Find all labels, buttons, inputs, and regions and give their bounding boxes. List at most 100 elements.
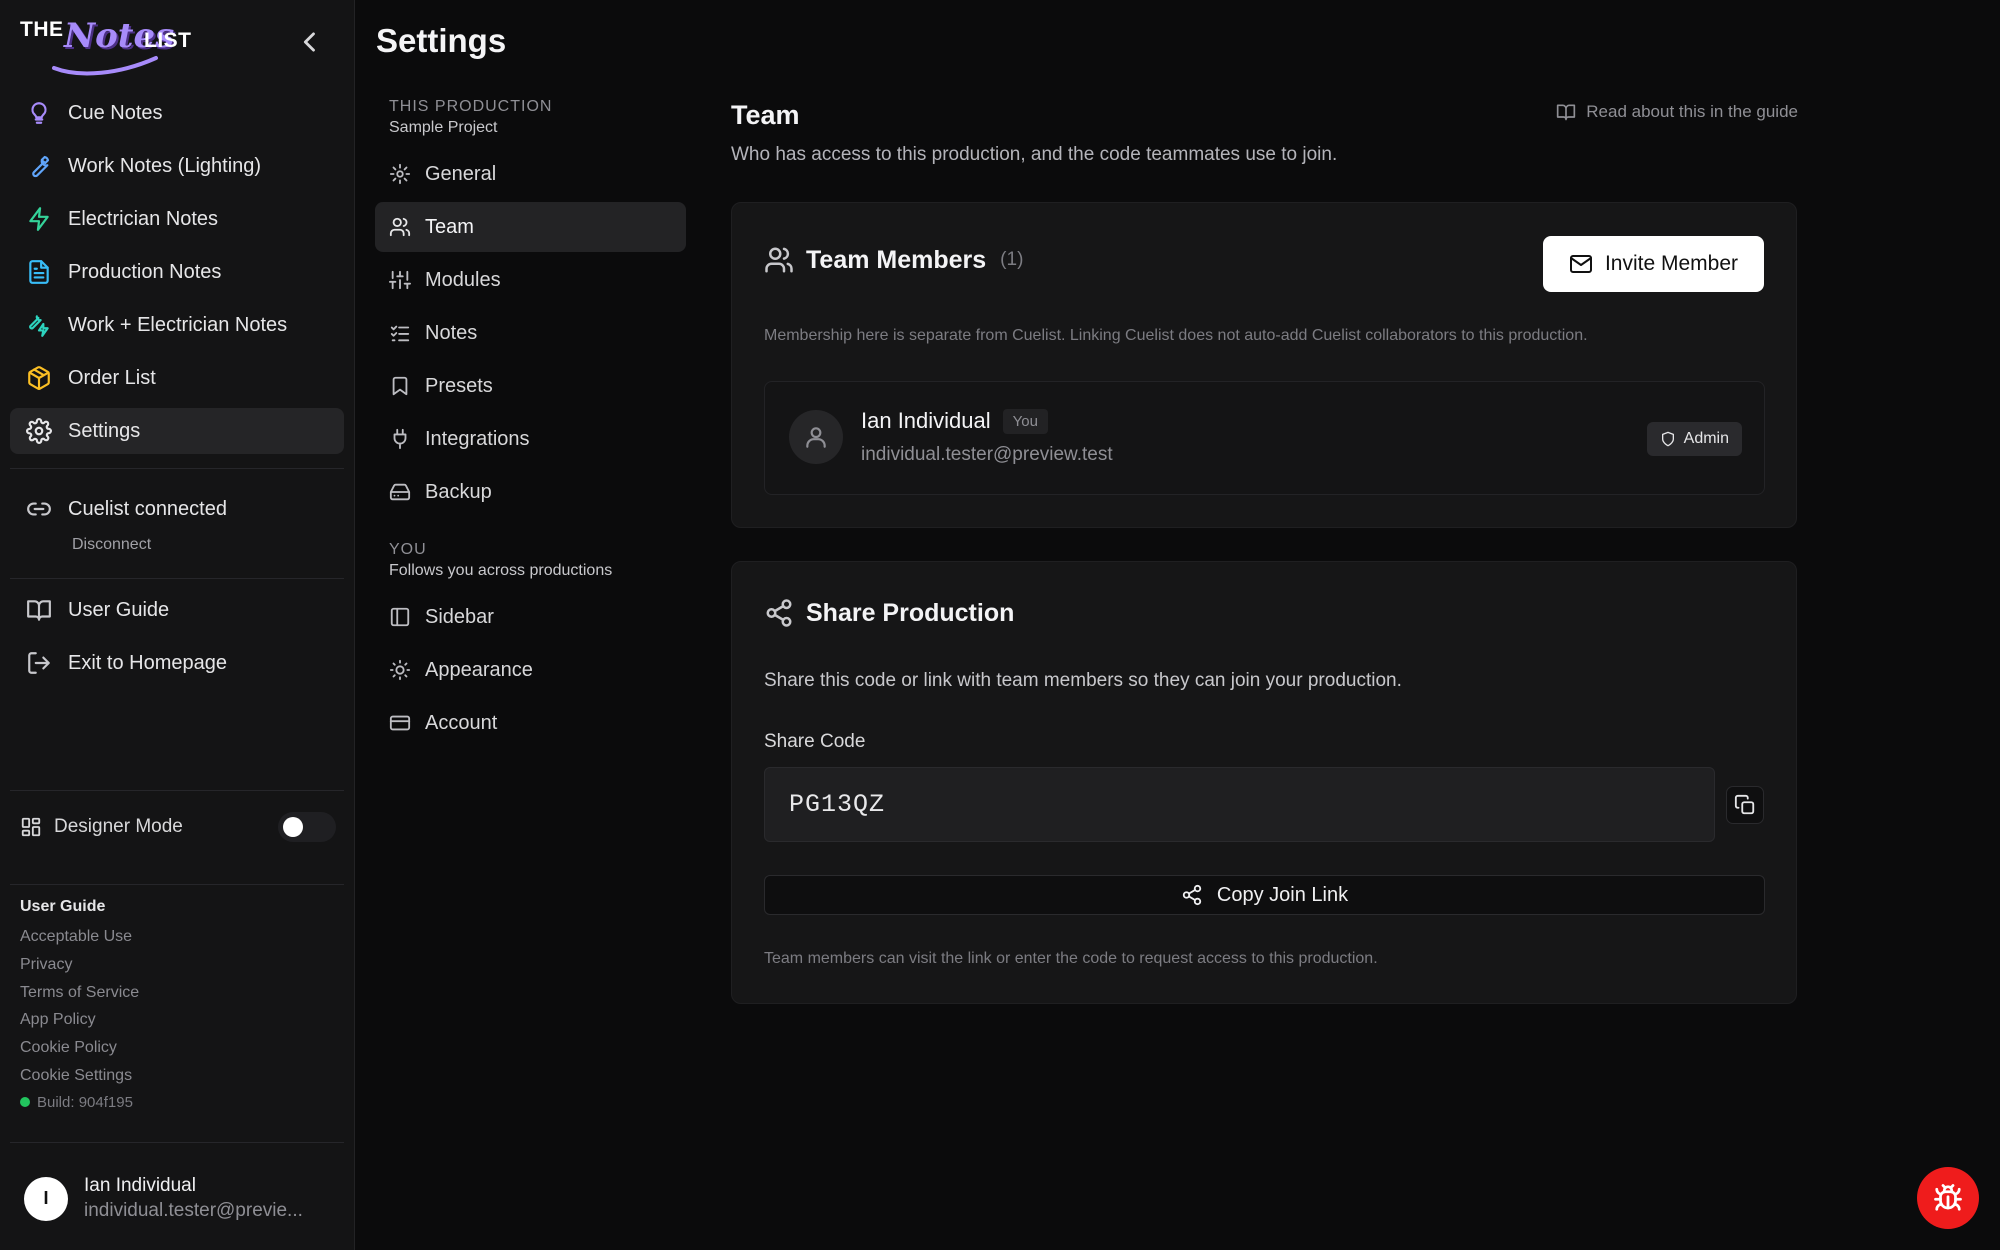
legal-link[interactable]: Cookie Policy xyxy=(20,1036,336,1064)
file-text-icon xyxy=(26,259,52,285)
settings-item-integrations[interactable]: Integrations xyxy=(375,414,686,464)
settings-item-label: Presets xyxy=(425,374,493,397)
legal-link[interactable]: Terms of Service xyxy=(20,981,336,1009)
member-email: individual.tester@preview.test xyxy=(861,444,1113,465)
settings-item-label: Integrations xyxy=(425,427,530,450)
share-production-card: Share Production Share this code or link… xyxy=(731,561,1797,1004)
user-name: Ian Individual xyxy=(84,1175,196,1196)
main-nav: Cue Notes Work Notes (Lighting) Electric… xyxy=(10,90,344,461)
sidebar-item-electrician-notes[interactable]: Electrician Notes xyxy=(10,196,344,242)
card-title: Share Production xyxy=(806,598,1015,627)
sidebar-item-label: Work Notes (Lighting) xyxy=(68,154,262,177)
legal-link[interactable]: App Policy xyxy=(20,1008,336,1036)
cuelist-status: Cuelist connected Disconnect xyxy=(10,486,344,554)
sidebar-item-work-electrician-notes[interactable]: Work + Electrician Notes xyxy=(10,302,344,348)
sidebar-item-label: Cue Notes xyxy=(68,101,163,124)
sidebar-item-label: Work + Electrician Notes xyxy=(68,313,288,336)
gear-icon xyxy=(26,418,52,444)
wrench-icon xyxy=(26,153,52,179)
sun-icon xyxy=(389,659,411,681)
settings-item-team[interactable]: Team xyxy=(375,202,686,252)
cuelist-connected: Cuelist connected xyxy=(10,486,344,532)
legal-link[interactable]: Acceptable Use xyxy=(20,925,336,953)
section-description: Who has access to this production, and t… xyxy=(731,144,1338,165)
section-title: Team xyxy=(731,100,800,130)
sidebar-divider xyxy=(10,790,344,791)
member-name: Ian Individual You xyxy=(861,408,1048,434)
hard-drive-icon xyxy=(389,481,411,503)
sidebar: THE Notes LIST Cue Notes Work Notes (Lig… xyxy=(0,0,355,1250)
sidebar-divider xyxy=(10,578,344,579)
settings-item-backup[interactable]: Backup xyxy=(375,467,686,517)
sidebar-item-exit-homepage[interactable]: Exit to Homepage xyxy=(10,640,344,686)
list-checks-icon xyxy=(389,322,411,344)
share-code-field[interactable]: PG13QZ xyxy=(764,767,1715,842)
package-icon xyxy=(26,365,52,391)
avatar: I xyxy=(24,1176,68,1221)
settings-item-notes[interactable]: Notes xyxy=(375,308,686,358)
bookmark-icon xyxy=(389,375,411,397)
build-label: Build: 904f195 xyxy=(37,1093,133,1111)
settings-group-heading: You xyxy=(389,541,427,558)
sidebar-item-settings[interactable]: Settings xyxy=(10,408,344,454)
sidebar-item-label: User Guide xyxy=(68,598,170,621)
users-icon xyxy=(389,216,411,238)
settings-item-label: Team xyxy=(425,215,474,238)
role-badge[interactable]: Admin xyxy=(1646,422,1742,456)
sidebar-item-production-notes[interactable]: Production Notes xyxy=(10,249,344,295)
credit-card-icon xyxy=(389,712,411,734)
sidebar-item-work-notes[interactable]: Work Notes (Lighting) xyxy=(10,143,344,189)
log-out-icon xyxy=(26,650,52,676)
report-bug-button[interactable] xyxy=(1917,1167,1979,1229)
sidebar-item-label: Production Notes xyxy=(68,260,222,283)
settings-item-label: Account xyxy=(425,711,498,734)
copy-code-button[interactable] xyxy=(1726,786,1764,824)
legal-link[interactable]: Privacy xyxy=(20,953,336,981)
book-icon xyxy=(26,597,52,623)
lightbulb-icon xyxy=(26,100,52,126)
legal-heading[interactable]: User Guide xyxy=(20,898,336,916)
designer-mode-label: Designer Mode xyxy=(54,816,183,837)
legal-link[interactable]: Cookie Settings xyxy=(20,1064,336,1092)
legal-links: User Guide Acceptable Use Privacy Terms … xyxy=(20,898,336,1111)
settings-item-label: Sidebar xyxy=(425,605,494,628)
copy-join-link-button[interactable]: Copy Join Link xyxy=(764,875,1765,915)
role-label: Admin xyxy=(1683,430,1729,447)
card-header: Team Members (1) xyxy=(764,245,1023,275)
guide-link[interactable]: Read about this in the guide xyxy=(1556,102,1798,122)
settings-group-subtitle: Follows you across productions xyxy=(389,562,613,579)
user-profile[interactable]: I Ian Individual individual.tester@previ… xyxy=(24,1175,344,1222)
avatar xyxy=(789,410,843,464)
collapse-sidebar-button[interactable] xyxy=(296,28,324,56)
zap-icon xyxy=(26,206,52,232)
user-info: Ian Individual individual.tester@previe.… xyxy=(84,1175,303,1222)
card-header: Share Production xyxy=(764,598,1014,628)
sidebar-item-cue-notes[interactable]: Cue Notes xyxy=(10,90,344,136)
settings-item-presets[interactable]: Presets xyxy=(375,361,686,411)
app-logo[interactable]: THE Notes LIST xyxy=(20,16,200,76)
settings-item-appearance[interactable]: Appearance xyxy=(375,645,686,695)
disconnect-link[interactable]: Disconnect xyxy=(10,536,344,554)
logo-the: THE xyxy=(20,18,64,41)
settings-item-account[interactable]: Account xyxy=(375,698,686,748)
designer-mode-toggle[interactable] xyxy=(278,812,336,842)
footer-nav: User Guide Exit to Homepage xyxy=(10,587,344,693)
member-name-text: Ian Individual xyxy=(861,408,991,433)
settings-nav: This Production Sample Project General T… xyxy=(375,98,686,751)
sidebar-item-user-guide[interactable]: User Guide xyxy=(10,587,344,633)
sidebar-divider xyxy=(10,1142,344,1143)
sidebar-item-label: Settings xyxy=(68,419,141,442)
share-icon xyxy=(1181,884,1203,906)
sidebar-item-order-list[interactable]: Order List xyxy=(10,355,344,401)
settings-item-general[interactable]: General xyxy=(375,149,686,199)
wrench-zap-icon xyxy=(26,312,52,338)
designer-mode: Designer Mode xyxy=(20,808,336,846)
copy-icon xyxy=(1734,794,1755,815)
sliders-icon xyxy=(389,269,411,291)
shield-icon xyxy=(1660,431,1676,447)
share-code-label: Share Code xyxy=(764,731,866,752)
settings-item-modules[interactable]: Modules xyxy=(375,255,686,305)
settings-item-sidebar[interactable]: Sidebar xyxy=(375,592,686,642)
sidebar-divider xyxy=(10,884,344,885)
invite-member-button[interactable]: Invite Member xyxy=(1543,236,1764,292)
